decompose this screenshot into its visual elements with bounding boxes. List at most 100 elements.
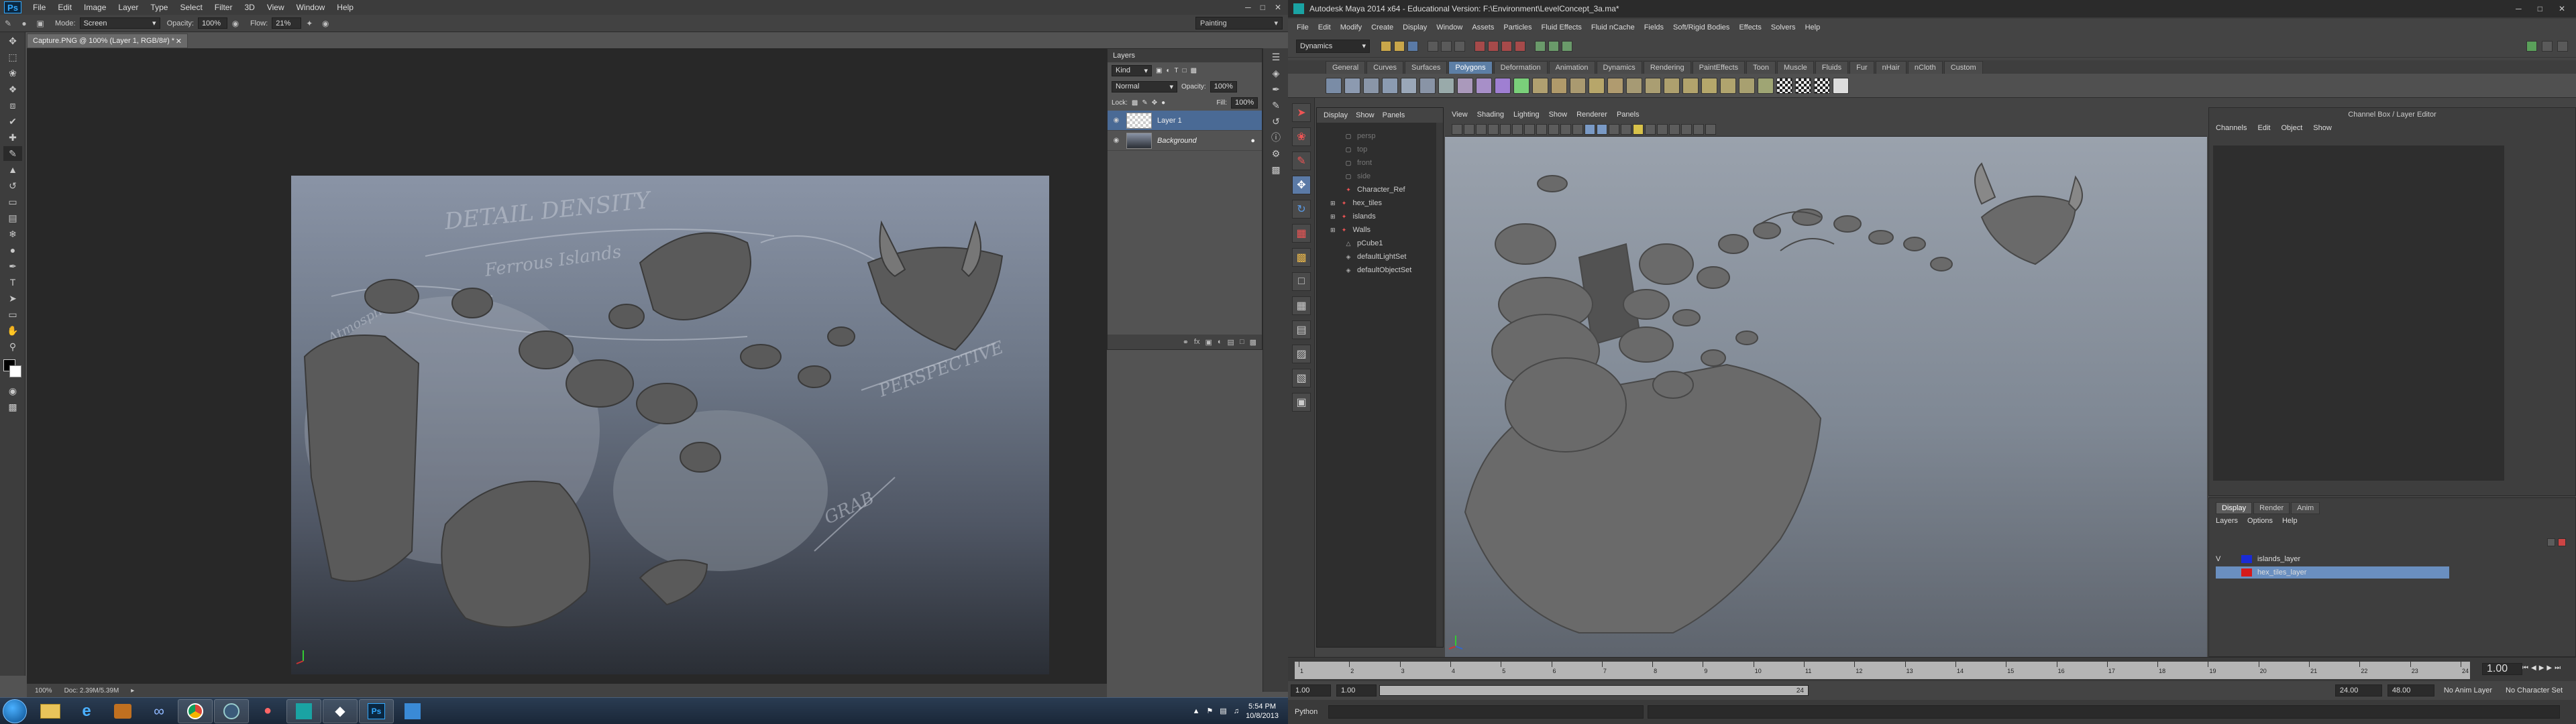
ps-menu-help[interactable]: Help: [331, 3, 360, 12]
shelf-tab-custom[interactable]: Custom: [1943, 61, 1983, 74]
maya-menu-create[interactable]: Create: [1366, 23, 1398, 32]
ps-menu-image[interactable]: Image: [78, 3, 112, 12]
close-icon[interactable]: ✕: [176, 37, 182, 46]
render-icon[interactable]: [1535, 40, 1546, 52]
new-layer-icon[interactable]: □: [1240, 338, 1244, 346]
insert-loop-icon[interactable]: [1664, 77, 1680, 94]
poly-pyramid-icon[interactable]: [1457, 77, 1473, 94]
layer-row-layer1[interactable]: ◉ Layer 1: [1108, 111, 1262, 131]
filter-shape-icon[interactable]: □: [1183, 67, 1187, 74]
resolution-gate-icon[interactable]: [1524, 123, 1535, 135]
fx-icon[interactable]: fx: [1194, 338, 1200, 346]
brush-tool-icon[interactable]: ✎: [1, 17, 15, 29]
combine-icon[interactable]: [1476, 77, 1492, 94]
unity-icon[interactable]: ◆: [323, 699, 358, 723]
workspace-select[interactable]: Painting ▾: [1195, 17, 1283, 29]
shelf-tab-painteffects[interactable]: PaintEffects: [1692, 61, 1746, 74]
ps-menu-type[interactable]: Type: [144, 3, 174, 12]
maya-menu-help[interactable]: Help: [1801, 23, 1825, 32]
info-dock-icon[interactable]: ⓘ: [1267, 130, 1285, 145]
eye-icon[interactable]: ◉: [1112, 136, 1121, 145]
viewport-menu-lighting[interactable]: Lighting: [1513, 111, 1540, 119]
close-icon[interactable]: ✕: [1275, 3, 1281, 12]
ps-menu-3d[interactable]: 3D: [238, 3, 260, 12]
le-tab-anim[interactable]: Anim: [2291, 502, 2320, 514]
le-menu-options[interactable]: Options: [2247, 517, 2273, 525]
ps-menu-filter[interactable]: Filter: [209, 3, 239, 12]
viewport-menu-view[interactable]: View: [1452, 111, 1468, 119]
uv-planar-icon[interactable]: [1795, 77, 1811, 94]
isolate-select-icon[interactable]: [1657, 123, 1668, 135]
network-icon[interactable]: ▤: [1220, 707, 1226, 715]
close-icon[interactable]: ✕: [2559, 4, 2565, 13]
maya-menu-solvers[interactable]: Solvers: [1766, 23, 1801, 32]
quick-mask-icon[interactable]: ◉: [3, 383, 22, 398]
shadows-icon[interactable]: [1645, 123, 1656, 135]
ps-menu-select[interactable]: Select: [174, 3, 208, 12]
viewport-menu-show[interactable]: Show: [1549, 111, 1568, 119]
filter-pixel-icon[interactable]: ▣: [1156, 67, 1162, 74]
layer-row-background[interactable]: ◉ Background ●: [1108, 131, 1262, 151]
layer-color-swatch[interactable]: [2241, 568, 2252, 577]
new-layer-icon[interactable]: [2547, 538, 2555, 546]
document-canvas[interactable]: DETAIL DENSITY Ferrous Islands PERSPECTI…: [291, 176, 1049, 674]
bookmark-icon[interactable]: [1476, 123, 1487, 135]
shelf-tab-surfaces[interactable]: Surfaces: [1404, 61, 1448, 74]
ps-menu-file[interactable]: File: [27, 3, 52, 12]
zoom-level[interactable]: 100%: [35, 687, 52, 695]
paths-dock-icon[interactable]: ✒: [1267, 82, 1285, 97]
outliner-item-top[interactable]: ▢ top: [1317, 143, 1443, 156]
collapse-icon[interactable]: [1739, 77, 1755, 94]
maya-taskbar-icon[interactable]: [286, 699, 321, 723]
adjustment-layer-icon[interactable]: ◐: [1218, 338, 1222, 346]
photoshop-taskbar-icon[interactable]: Ps: [359, 699, 394, 723]
smooth-shade-icon[interactable]: [1597, 123, 1607, 135]
path-select-icon[interactable]: ➤: [3, 291, 22, 306]
opacity-field[interactable]: 100%: [197, 17, 227, 29]
maya-menu-particles[interactable]: Particles: [1499, 23, 1536, 32]
poly-cylinder-icon[interactable]: [1363, 77, 1379, 94]
visibility-toggle[interactable]: V: [2216, 555, 2225, 563]
shelf-tab-nhair[interactable]: nHair: [1875, 61, 1907, 74]
background-color[interactable]: [9, 365, 21, 377]
minimize-icon[interactable]: ─: [2516, 4, 2522, 13]
merge-icon[interactable]: [1720, 77, 1736, 94]
poly-plane-icon[interactable]: [1401, 77, 1417, 94]
wireframe-on-shaded-icon[interactable]: [1609, 123, 1619, 135]
boolean-icon[interactable]: [1551, 77, 1567, 94]
maya-menu-fluid-ncache[interactable]: Fluid nCache: [1587, 23, 1640, 32]
uv-auto-icon[interactable]: [1814, 77, 1830, 94]
smooth-icon[interactable]: [1532, 77, 1548, 94]
snap-grid-icon[interactable]: [1474, 40, 1485, 52]
command-input[interactable]: [1328, 705, 1644, 719]
bevel-icon[interactable]: [1701, 77, 1717, 94]
offset-loop-icon[interactable]: [1682, 77, 1699, 94]
trash-icon[interactable]: ▩: [1250, 338, 1256, 347]
shelf-tab-muscle[interactable]: Muscle: [1776, 61, 1814, 74]
screen-mode-icon[interactable]: ▩: [3, 400, 22, 414]
airbrush-icon[interactable]: ✦: [303, 17, 316, 29]
scale-tool-icon[interactable]: ▦: [1292, 224, 1311, 243]
pressure-opacity-icon[interactable]: ◉: [229, 17, 242, 29]
clone-stamp-icon[interactable]: ▲: [3, 162, 22, 177]
outliner-item-islands[interactable]: ⊞ ✦ islands: [1317, 210, 1443, 223]
ps-menu-edit[interactable]: Edit: [52, 3, 78, 12]
brush-panel-icon[interactable]: ▣: [34, 17, 47, 29]
clock[interactable]: 5:54 PM 10/8/2013: [1246, 702, 1279, 721]
snap-surface-icon[interactable]: [1515, 40, 1525, 52]
outliner-item-persp[interactable]: ▢ persp: [1317, 129, 1443, 143]
safe-action-icon[interactable]: [1560, 123, 1571, 135]
new-group-icon[interactable]: ▤: [1228, 338, 1234, 347]
hypershade-layout-icon[interactable]: ▧: [1292, 369, 1311, 387]
start-time-field[interactable]: 1.00: [1291, 684, 1331, 697]
lock-move-icon[interactable]: ✥: [1152, 99, 1157, 107]
move-tool-icon[interactable]: ✥: [1292, 176, 1311, 194]
le-tab-display[interactable]: Display: [2216, 502, 2253, 514]
expand-icon[interactable]: ⊞: [1330, 200, 1336, 207]
chrome-icon[interactable]: [178, 699, 213, 723]
eye-icon[interactable]: ◉: [1112, 116, 1121, 125]
extrude-icon[interactable]: [1589, 77, 1605, 94]
wedge-icon[interactable]: [1758, 77, 1774, 94]
poly-torus-icon[interactable]: [1419, 77, 1436, 94]
range-bar[interactable]: 24: [1379, 685, 1809, 696]
